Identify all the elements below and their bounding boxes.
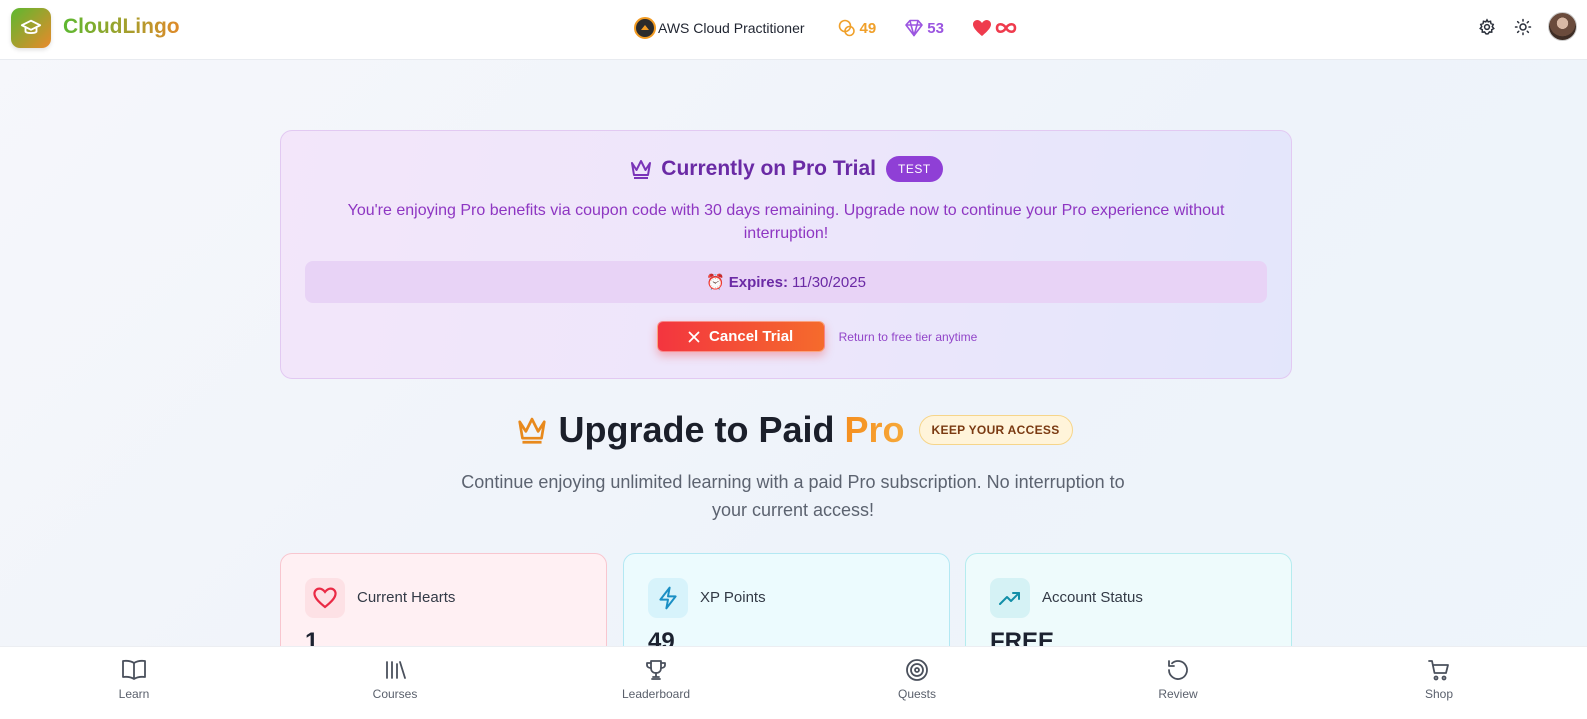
alarm-clock-icon: ⏰ — [706, 274, 725, 291]
upgrade-title-highlight: Pro — [844, 409, 905, 450]
expires-date: 11/30/2025 — [791, 273, 866, 291]
nav-leaderboard[interactable]: Leaderboard — [606, 657, 706, 701]
close-icon — [688, 331, 700, 342]
gem-icon — [905, 19, 924, 37]
heart-outline-icon — [305, 578, 345, 618]
cancel-row: Cancel Trial Return to free tier anytime — [281, 321, 1291, 352]
nav-shop-label: Shop — [1424, 687, 1454, 701]
nav-leaderboard-label: Leaderboard — [621, 687, 691, 701]
logo[interactable] — [11, 8, 51, 48]
trending-up-icon — [990, 578, 1030, 618]
hearts-card-label: Current Hearts — [357, 589, 456, 606]
cancel-note: Return to free tier anytime — [838, 329, 978, 344]
cancel-trial-label: Cancel Trial — [709, 328, 794, 345]
upgrade-title: Upgrade to Paid Pro — [559, 409, 905, 451]
course-name: AWS Cloud Practitioner — [658, 20, 805, 36]
crown-icon — [517, 417, 546, 444]
shopping-cart-icon — [1426, 657, 1452, 683]
test-badge: TEST — [886, 156, 943, 182]
account-status-label: Account Status — [1042, 589, 1143, 606]
gear-icon — [1479, 17, 1495, 35]
course-selector[interactable]: AWS Cloud Practitioner — [634, 17, 805, 39]
heart-icon — [972, 20, 991, 36]
trophy-icon — [643, 657, 669, 683]
keep-access-badge: KEEP YOUR ACCESS — [918, 415, 1073, 445]
nav-quests-label: Quests — [897, 687, 936, 701]
nav-learn-label: Learn — [118, 687, 150, 701]
header-actions — [1476, 12, 1577, 41]
nav-review[interactable]: Review — [1128, 657, 1228, 701]
nav-courses[interactable]: Courses — [345, 657, 445, 701]
xp-count: 49 — [859, 19, 877, 37]
upgrade-heading-row: Upgrade to Paid Pro KEEP YOUR ACCESS — [0, 409, 1587, 451]
sun-icon — [1514, 18, 1532, 35]
target-icon — [904, 657, 930, 683]
nav-quests[interactable]: Quests — [867, 657, 967, 701]
trial-title: Currently on Pro Trial — [661, 157, 877, 180]
gems-count: 53 — [927, 19, 944, 37]
infinity-icon — [995, 22, 1017, 34]
xp-stat[interactable]: 49 — [837, 18, 877, 38]
lightning-icon — [648, 578, 688, 618]
hearts-stat[interactable] — [972, 19, 1017, 37]
brand-name[interactable]: CloudLingo — [63, 15, 180, 39]
header-stats: AWS Cloud Practitioner 49 53 — [634, 14, 1045, 42]
nav-shop[interactable]: Shop — [1389, 657, 1489, 701]
expiry-bar: ⏰ Expires: 11/30/2025 — [305, 261, 1267, 303]
trial-description: You're enjoying Pro benefits via coupon … — [347, 202, 1225, 242]
theme-toggle-button[interactable] — [1512, 16, 1534, 38]
gems-stat[interactable]: 53 — [904, 19, 944, 37]
rotate-ccw-icon — [1165, 657, 1191, 683]
crown-icon — [631, 160, 652, 179]
trial-title-row: Currently on Pro Trial TEST — [281, 156, 1291, 182]
user-avatar[interactable] — [1548, 12, 1577, 41]
cancel-trial-button[interactable]: Cancel Trial — [656, 321, 825, 352]
settings-button[interactable] — [1476, 16, 1498, 38]
xp-card-label: XP Points — [700, 589, 766, 606]
graduation-cap-icon — [20, 19, 42, 34]
nav-review-label: Review — [1158, 687, 1198, 701]
expires-label: Expires: — [728, 273, 788, 291]
top-header: CloudLingo AWS Cloud Practitioner 49 53 — [0, 0, 1587, 60]
book-icon — [121, 657, 147, 683]
library-icon — [382, 657, 408, 683]
upgrade-description: Continue enjoying unlimited learning wit… — [461, 472, 1125, 520]
course-icon — [634, 17, 656, 39]
pro-trial-panel: Currently on Pro Trial TEST You're enjoy… — [280, 130, 1292, 379]
nav-learn[interactable]: Learn — [84, 657, 184, 701]
bottom-nav: Learn Courses Leaderboard Quests Review … — [0, 646, 1587, 719]
nav-courses-label: Courses — [372, 687, 418, 701]
upgrade-title-prefix: Upgrade to Paid — [558, 409, 845, 450]
coins-icon — [838, 19, 855, 37]
